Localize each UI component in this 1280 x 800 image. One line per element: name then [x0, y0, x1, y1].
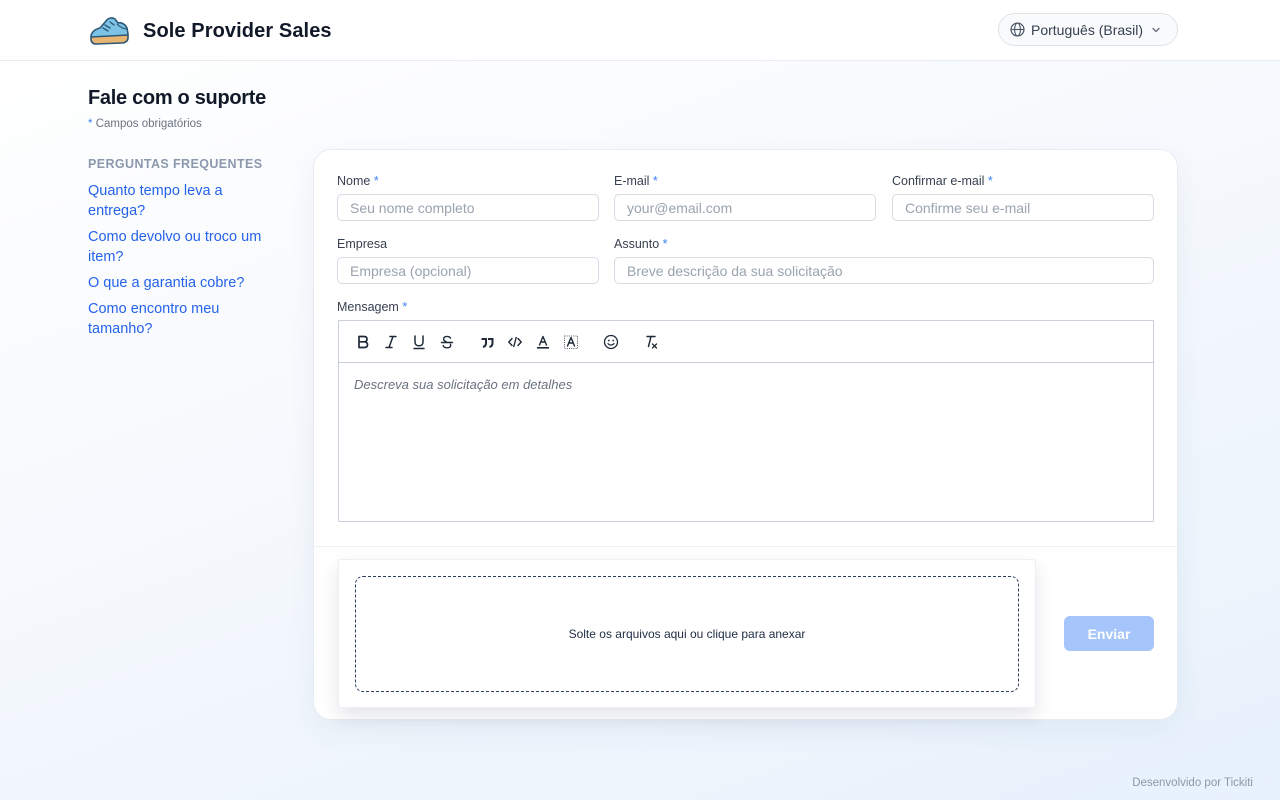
required-mark: *: [662, 237, 668, 251]
subject-input[interactable]: [614, 257, 1154, 284]
strikethrough-icon: [440, 335, 454, 349]
required-mark: *: [987, 174, 993, 188]
required-fields-note: * Campos obrigatórios: [88, 118, 202, 130]
email-input[interactable]: [614, 194, 876, 221]
required-note-text: Campos obrigatórios: [95, 118, 202, 130]
highlight-button[interactable]: [559, 330, 583, 354]
section-divider: [314, 546, 1177, 547]
attachment-panel: Solte os arquivos aqui ou clique para an…: [338, 559, 1036, 708]
emoji-button[interactable]: [599, 330, 623, 354]
globe-icon: [1010, 22, 1025, 37]
quote-icon: [481, 337, 494, 348]
clear-format-icon: [646, 335, 658, 349]
brand[interactable]: Sole Provider Sales: [88, 14, 332, 48]
confirm-email-label-text: Confirmar e-mail: [892, 174, 985, 188]
email-label: E-mail *: [614, 174, 658, 188]
highlight-icon: [564, 335, 578, 349]
text-color-icon: [537, 335, 549, 349]
faq-link-size[interactable]: Como encontro meu tamanho?: [88, 299, 273, 339]
faq-link-delivery[interactable]: Quanto tempo leva a entrega?: [88, 181, 273, 221]
subject-label-text: Assunto: [614, 237, 660, 251]
required-mark: *: [373, 174, 379, 188]
dropzone-text: Solte os arquivos aqui ou clique para an…: [568, 627, 806, 641]
faq-list: Quanto tempo leva a entrega? Como devolv…: [88, 181, 273, 345]
email-label-text: E-mail: [614, 174, 650, 188]
quote-button[interactable]: [475, 330, 499, 354]
bold-icon: [358, 335, 369, 348]
confirm-email-input[interactable]: [892, 194, 1154, 221]
code-button[interactable]: [503, 330, 527, 354]
subject-label: Assunto *: [614, 237, 668, 251]
code-icon: [508, 336, 522, 347]
bold-button[interactable]: [351, 330, 375, 354]
chevron-down-icon: [1152, 27, 1160, 32]
company-input[interactable]: [337, 257, 599, 284]
italic-icon: [385, 335, 397, 348]
faq-link-returns[interactable]: Como devolvo ou troco um item?: [88, 227, 273, 267]
faq-heading: PERGUNTAS FREQUENTES: [88, 157, 263, 171]
strikethrough-button[interactable]: [435, 330, 459, 354]
faq-item: Como encontro meu tamanho?: [88, 299, 273, 339]
name-label-text: Nome: [337, 174, 371, 188]
underline-button[interactable]: [407, 330, 431, 354]
language-label: Português (Brasil): [1031, 21, 1144, 38]
editor-toolbar: [339, 321, 1153, 363]
name-label: Nome *: [337, 174, 379, 188]
faq-link-warranty[interactable]: O que a garantia cobre?: [88, 273, 273, 293]
message-label-text: Mensagem: [337, 300, 399, 314]
clear-format-button[interactable]: [639, 330, 663, 354]
top-header: Sole Provider Sales Português (Brasil): [0, 0, 1280, 61]
support-form-card: Nome * E-mail * Confirmar e-mail * Empre…: [313, 149, 1178, 720]
company-label: Empresa: [337, 237, 387, 251]
underline-icon: [413, 334, 425, 349]
emoji-icon: [603, 334, 619, 349]
message-editor: Descreva sua solicitação em detalhes: [338, 320, 1154, 522]
powered-by-credit[interactable]: Desenvolvido por Tickiti: [1132, 777, 1253, 789]
required-mark: *: [88, 118, 93, 130]
required-mark: *: [402, 300, 408, 314]
page-title: Fale com o suporte: [88, 87, 266, 109]
faq-item: Quanto tempo leva a entrega?: [88, 181, 273, 221]
company-label-text: Empresa: [337, 237, 388, 251]
submit-button[interactable]: Enviar: [1064, 616, 1154, 651]
required-mark: *: [652, 174, 658, 188]
sneaker-logo-icon: [90, 17, 129, 45]
confirm-email-label: Confirmar e-mail *: [892, 174, 993, 188]
text-color-button[interactable]: [531, 330, 555, 354]
faq-item: Como devolvo ou troco um item?: [88, 227, 273, 267]
message-label: Mensagem *: [337, 300, 407, 314]
language-selector[interactable]: Português (Brasil): [998, 13, 1178, 46]
brand-name: Sole Provider Sales: [143, 19, 332, 42]
file-dropzone[interactable]: Solte os arquivos aqui ou clique para an…: [355, 576, 1019, 692]
message-textarea[interactable]: Descreva sua solicitação em detalhes: [339, 363, 1153, 521]
faq-item: O que a garantia cobre?: [88, 273, 273, 293]
name-input[interactable]: [337, 194, 599, 221]
italic-button[interactable]: [379, 330, 403, 354]
